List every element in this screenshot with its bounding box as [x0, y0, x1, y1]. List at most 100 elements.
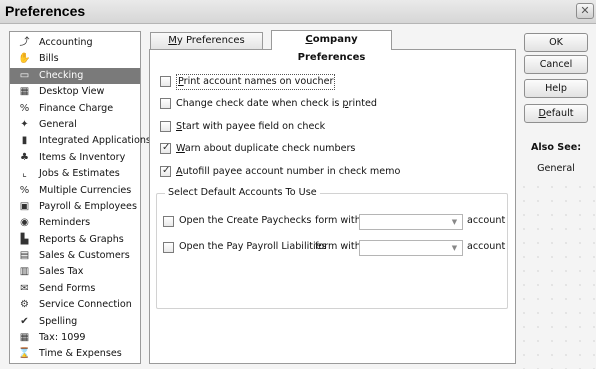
sidebar-item-label: Items & Inventory	[39, 151, 126, 163]
service-connection-icon: ⚙	[20, 299, 29, 311]
bills-icon: ✋	[18, 53, 31, 65]
sidebar-item-tax-1099[interactable]: ▦ Tax: 1099	[10, 330, 140, 346]
chevron-down-icon: ▼	[451, 218, 458, 226]
tab-label: My Preferences	[168, 35, 245, 46]
reports-graphs-icon: ▙	[20, 233, 29, 245]
sidebar-item-items-inventory[interactable]: ♣ Items & Inventory	[10, 150, 140, 166]
title-bar: Preferences ✕	[0, 0, 596, 24]
tab-my-preferences[interactable]: My Preferences	[150, 32, 263, 49]
autofill-checkbox[interactable]	[160, 164, 171, 178]
sidebar-item-label: Multiple Currencies	[39, 184, 132, 196]
sidebar-item-label: Send Forms	[39, 282, 96, 294]
sidebar-item-label: Bills	[39, 53, 59, 65]
time-expenses-icon: ⌛	[18, 348, 31, 360]
sidebar-item-time-expenses[interactable]: ⌛ Time & Expenses	[10, 346, 140, 362]
ok-button[interactable]: OK	[524, 33, 588, 52]
sidebar-item-label: Spelling	[39, 315, 78, 327]
sales-tax-icon: ▥	[19, 266, 30, 278]
accounting-icon: ⤴	[19, 37, 30, 48]
sidebar-item-reminders[interactable]: ◉ Reminders	[10, 215, 140, 231]
payroll-liabilities-account-select[interactable]: ▼	[359, 240, 463, 256]
help-button[interactable]: Help	[524, 79, 588, 98]
change-date-label: Change check date when check is printed	[176, 98, 377, 109]
print-names-checkbox[interactable]	[160, 76, 171, 87]
integrated-applications-icon: ▮	[21, 135, 28, 147]
sidebar-item-label: General	[39, 118, 77, 130]
sidebar-item-general[interactable]: ✦ General	[10, 117, 140, 133]
sidebar-item-label: Accounting	[39, 37, 93, 48]
sidebar-item-label: Service Connection	[39, 299, 132, 311]
print-names-label: Print account names on voucher	[176, 74, 336, 90]
default-accounts-title: Select Default Accounts To Use	[165, 187, 320, 198]
cancel-button[interactable]: Cancel	[524, 55, 588, 74]
chevron-down-icon: ▼	[451, 244, 458, 252]
checking-icon: ▭	[19, 69, 30, 81]
sidebar-item-integrated-applications[interactable]: ▮ Integrated Applications	[10, 133, 151, 149]
sidebar-item-reports-graphs[interactable]: ▙ Reports & Graphs	[10, 232, 140, 248]
sidebar-item-service-connection[interactable]: ⚙ Service Connection	[10, 297, 140, 313]
company-preferences-panel: Print account names on voucher Change ch…	[149, 49, 516, 364]
tab-company-preferences[interactable]: Company Preferences	[271, 30, 392, 63]
items-inventory-icon: ♣	[20, 151, 29, 163]
payroll-liabilities-row: Open the Pay Payroll Liabilities form wi…	[163, 240, 506, 256]
sidebar-item-multiple-currencies[interactable]: % Multiple Currencies	[10, 183, 140, 199]
payroll-liabilities-checkbox[interactable]	[163, 242, 174, 253]
sidebar-item-spelling[interactable]: ✔ Spelling	[10, 314, 140, 330]
payroll-employees-icon: ▣	[19, 200, 30, 212]
paychecks-form-with-label: form with	[315, 215, 361, 226]
sidebar-item-checking[interactable]: ▭ Checking	[10, 67, 140, 85]
general-icon: ✦	[20, 118, 29, 130]
preferences-category-list[interactable]: ⤴ Accounting ✋ Bills ▭ Checking ▦ Desktop Vi…	[9, 31, 151, 364]
desktop-view-icon: ▦	[19, 86, 30, 98]
sidebar-item-accounting[interactable]: ⤴ Accounting	[10, 35, 140, 51]
sidebar-item-jobs-estimates[interactable]: ⌞ Jobs & Estimates	[10, 166, 140, 182]
paychecks-account-select[interactable]: ▼	[359, 214, 463, 230]
also-see-title: Also See:	[530, 142, 582, 153]
window-title: Preferences	[5, 3, 86, 19]
jobs-estimates-icon: ⌞	[22, 168, 27, 180]
sidebar-item-label: Finance Charge	[39, 102, 114, 114]
default-button[interactable]: Default	[524, 104, 588, 123]
change-date-checkbox[interactable]	[160, 98, 171, 109]
sidebar-item-label: Tax: 1099	[39, 332, 86, 344]
send-forms-icon: ✉	[20, 282, 29, 294]
sales-customers-icon: ▤	[19, 250, 30, 262]
payroll-liabilities-account-label: account	[467, 241, 506, 252]
paychecks-row: Open the Create Paychecks form with ▼ ac…	[163, 214, 506, 230]
payroll-liabilities-label: Open the Pay Payroll Liabilities	[179, 241, 327, 252]
sidebar-item-label: Reminders	[39, 217, 91, 229]
dotted-background	[517, 180, 596, 369]
multiple-currencies-icon: %	[19, 184, 30, 196]
sidebar-item-label: Jobs & Estimates	[39, 168, 120, 180]
sidebar-item-label: Time & Expenses	[39, 348, 122, 360]
start-payee-checkbox[interactable]	[160, 121, 171, 132]
spelling-icon: ✔	[20, 315, 29, 327]
sidebar-item-sales-tax[interactable]: ▥ Sales Tax	[10, 264, 140, 280]
close-button[interactable]: ✕	[576, 3, 594, 19]
payroll-liabilities-form-with-label: form with	[315, 241, 361, 252]
paychecks-checkbox[interactable]	[163, 216, 174, 227]
warn-duplicate-label: Warn about duplicate check numbers	[176, 143, 356, 154]
sidebar-item-sales-customers[interactable]: ▤ Sales & Customers	[10, 248, 140, 264]
reminders-icon: ◉	[20, 217, 29, 229]
sidebar-item-bills[interactable]: ✋ Bills	[10, 51, 140, 67]
paychecks-account-label: account	[467, 215, 506, 226]
sidebar-item-label: Sales Tax	[39, 266, 84, 278]
sidebar-item-label: Payroll & Employees	[39, 200, 137, 212]
sidebar-item-payroll-employees[interactable]: ▣ Payroll & Employees	[10, 199, 140, 215]
sidebar-item-label: Sales & Customers	[39, 250, 130, 262]
autofill-label: Autofill payee account number in check m…	[176, 166, 401, 177]
sidebar-item-label: Reports & Graphs	[39, 233, 124, 245]
start-payee-label: Start with payee field on check	[176, 121, 326, 132]
sidebar-item-send-forms[interactable]: ✉ Send Forms	[10, 281, 140, 297]
sidebar-item-finance-charge[interactable]: % Finance Charge	[10, 101, 140, 117]
tax-1099-icon: ▦	[19, 332, 30, 344]
also-see-general-link[interactable]: General	[524, 163, 588, 174]
sidebar-item-label: Integrated Applications	[39, 135, 151, 147]
warn-duplicate-checkbox[interactable]	[160, 141, 171, 155]
close-icon: ✕	[580, 4, 590, 17]
default-accounts-group: Select Default Accounts To Use Open the …	[156, 187, 508, 309]
sidebar-item-label: Checking	[39, 69, 84, 81]
tab-label: Company Preferences	[297, 34, 366, 63]
sidebar-item-desktop-view[interactable]: ▦ Desktop View	[10, 84, 140, 100]
